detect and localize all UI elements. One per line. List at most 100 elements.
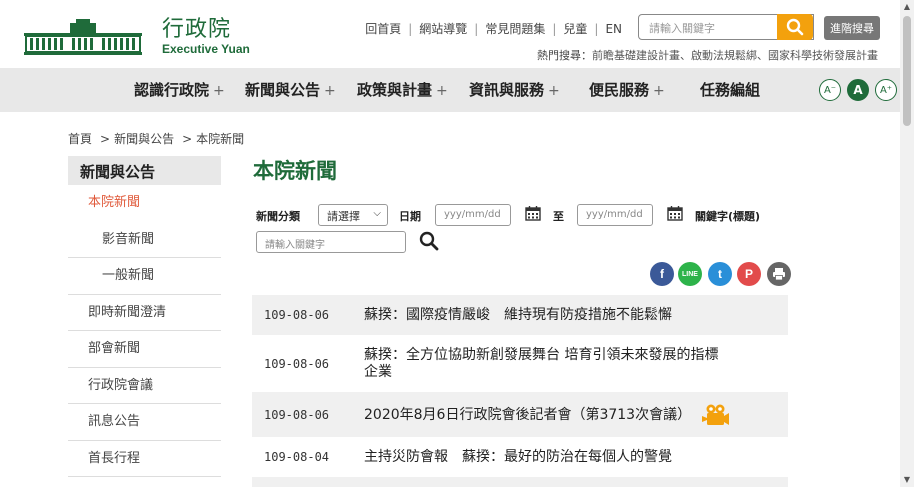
news-title-line: 企業	[364, 363, 392, 380]
keyword-input[interactable]: 請輸入關鍵字	[256, 231, 406, 253]
nav-services-label: 便民服務	[589, 81, 650, 99]
top-link-separator: |	[408, 21, 413, 36]
top-link-separator: |	[594, 21, 599, 36]
site-logo[interactable]: 行政院 Executive Yuan	[24, 18, 250, 56]
nav-services[interactable]: 便民服務 +	[589, 68, 665, 112]
sidebar-item-cabinet-meetings[interactable]: 行政院會議	[68, 368, 221, 404]
site-header: 行政院 Executive Yuan 回首頁 | 網站導覽 | 常見問題集 | …	[0, 0, 900, 68]
sidebar-heading: 新聞與公告	[68, 156, 221, 185]
news-title[interactable]: 蘇揆：國際疫情嚴峻 維持現有防疫措施不能鬆懈	[364, 307, 672, 324]
line-share-icon[interactable]: LINE	[678, 262, 702, 286]
breadcrumb-current[interactable]: 本院新聞	[196, 132, 244, 146]
news-title[interactable]: 蘇揆：全方位協助新創發展舞台 培育引領未來發展的指標 企業	[364, 347, 718, 381]
nav-policy[interactable]: 政策與計畫 +	[357, 68, 448, 112]
font-size-large-button[interactable]: A⁺	[875, 79, 897, 101]
site-search-button[interactable]	[777, 14, 813, 40]
faq-link[interactable]: 常見問題集	[485, 20, 545, 37]
news-date: 109-08-04	[264, 450, 330, 464]
top-link-separator: |	[474, 21, 479, 36]
logo-text: 行政院 Executive Yuan	[162, 17, 250, 57]
building-logo-icon	[24, 19, 142, 55]
nav-about-label: 認識行政院	[134, 81, 210, 99]
printer-glyph	[773, 268, 785, 281]
news-row[interactable]: 109-08-06 蘇揆：全方位協助新創發展舞台 培育引領未來發展的指標 企業	[252, 335, 788, 392]
sidebar-item-ministry-news[interactable]: 部會新聞	[68, 331, 221, 368]
nav-news[interactable]: 新聞與公告 +	[245, 68, 336, 112]
nav-info-label: 資訊與服務	[469, 81, 545, 99]
scrollbar-thumb[interactable]	[903, 16, 911, 126]
logo-chinese-name: 行政院	[162, 17, 232, 42]
breadcrumb: 首頁 > 新聞與公告 > 本院新聞	[68, 130, 244, 147]
nav-expand-plus: +	[324, 83, 336, 99]
scroll-up-arrow-icon[interactable]: ▲	[900, 0, 914, 14]
news-row[interactable]: 109-08-06 2020年8月6日行政院會後記者會（第3713次會議）	[252, 392, 788, 437]
home-link[interactable]: 回首頁	[365, 20, 401, 37]
calendar-icon[interactable]	[525, 205, 541, 221]
sidebar-item-clarifications[interactable]: 即時新聞澄清	[68, 295, 221, 331]
news-title[interactable]: 2020年8月6日行政院會後記者會（第3713次會議）	[364, 403, 730, 427]
date-label: 日期	[399, 210, 421, 223]
advanced-search-button[interactable]: 進階搜尋	[824, 16, 880, 40]
vertical-scrollbar[interactable]: ▲ ▼	[900, 0, 914, 487]
breadcrumb-news[interactable]: 新聞與公告	[114, 132, 174, 146]
nav-news-label: 新聞與公告	[245, 81, 321, 99]
nav-expand-plus: +	[213, 83, 225, 99]
nav-task-force[interactable]: 任務編組	[700, 68, 760, 112]
logo-english-name: Executive Yuan	[162, 42, 250, 56]
nav-expand-plus: +	[548, 83, 560, 99]
news-title[interactable]: 主持災防會報 蘇揆：最好的防治在每個人的警覺	[364, 449, 672, 466]
news-row[interactable]: 109-08-04 主持災防會報 蘇揆：最好的防治在每個人的警覺	[252, 437, 788, 477]
kids-link[interactable]: 兒童	[563, 20, 587, 37]
breadcrumb-separator: >	[182, 132, 193, 146]
page-title: 本院新聞	[253, 159, 337, 183]
video-camera-icon	[701, 404, 729, 425]
sidebar-item-ey-news[interactable]: 本院新聞	[68, 185, 221, 222]
search-icon	[786, 18, 804, 36]
print-icon[interactable]	[767, 262, 791, 286]
news-row[interactable]: 109-08-06 蘇揆：國際疫情嚴峻 維持現有防疫措施不能鬆懈	[252, 295, 788, 335]
sidebar-item-general-news[interactable]: 一般新聞	[68, 258, 221, 295]
news-date: 109-08-06	[264, 308, 330, 322]
chevron-down-icon: ⌵	[373, 208, 381, 219]
font-size-small-button[interactable]: A⁻	[819, 79, 841, 101]
category-select-value: 請選擇	[327, 210, 360, 223]
keyword-label: 關鍵字(標題)	[695, 210, 761, 223]
twitter-share-icon[interactable]: t	[708, 262, 732, 286]
news-title-line: 蘇揆：全方位協助新創發展舞台 培育引領未來發展的指標	[364, 346, 719, 363]
nav-expand-plus: +	[436, 83, 448, 99]
category-select[interactable]: 請選擇 ⌵	[318, 204, 388, 226]
sidebar-item-announcements[interactable]: 訊息公告	[68, 404, 221, 441]
category-label: 新聞分類	[256, 210, 300, 223]
nav-expand-plus: +	[653, 83, 665, 99]
sitemap-link[interactable]: 網站導覽	[419, 20, 467, 37]
breadcrumb-home[interactable]: 首頁	[68, 132, 92, 146]
facebook-share-icon[interactable]: f	[650, 262, 674, 286]
main-nav: 認識行政院 + 新聞與公告 + 政策與計畫 + 資訊與服務 + 便民服務 + 任務編組	[0, 68, 900, 112]
hot-search-terms[interactable]: 前瞻基礎建設計畫、啟動法規鬆綁、國家科學技術發展計畫	[592, 49, 878, 62]
sidebar: 新聞與公告 本院新聞 影音新聞 一般新聞 即時新聞澄清 部會新聞 行政院會議 訊…	[68, 156, 221, 477]
nav-about[interactable]: 認識行政院 +	[134, 68, 225, 112]
news-row[interactable]	[252, 477, 788, 487]
date-from-input[interactable]: yyy/mm/dd	[435, 204, 511, 226]
calendar-icon[interactable]	[667, 205, 683, 221]
sidebar-item-schedule[interactable]: 首長行程	[68, 441, 221, 477]
date-to-input[interactable]: yyy/mm/dd	[577, 204, 653, 226]
nav-info[interactable]: 資訊與服務 +	[469, 68, 560, 112]
news-title-text: 2020年8月6日行政院會後記者會（第3713次會議）	[364, 406, 692, 423]
font-size-normal-button[interactable]: A	[847, 79, 869, 101]
nav-policy-label: 政策與計畫	[357, 81, 433, 99]
plurk-share-icon[interactable]: P	[737, 262, 761, 286]
news-date: 109-08-06	[264, 407, 330, 422]
date-to-label: 至	[553, 210, 564, 223]
hot-search: 熱門搜尋：前瞻基礎建設計畫、啟動法規鬆綁、國家科學技術發展計畫	[537, 47, 878, 63]
search-icon[interactable]	[419, 231, 439, 251]
hot-search-label: 熱門搜尋：	[537, 49, 592, 62]
top-links: 回首頁 | 網站導覽 | 常見問題集 | 兒童 | EN	[365, 20, 622, 37]
sidebar-item-video-news[interactable]: 影音新聞	[68, 222, 221, 258]
news-date: 109-08-06	[264, 356, 330, 371]
breadcrumb-separator: >	[100, 132, 111, 146]
news-list: 109-08-06 蘇揆：國際疫情嚴峻 維持現有防疫措施不能鬆懈 109-08-…	[252, 295, 788, 487]
scroll-down-arrow-icon[interactable]: ▼	[900, 473, 914, 487]
english-link[interactable]: EN	[605, 22, 622, 36]
top-link-separator: |	[552, 21, 557, 36]
